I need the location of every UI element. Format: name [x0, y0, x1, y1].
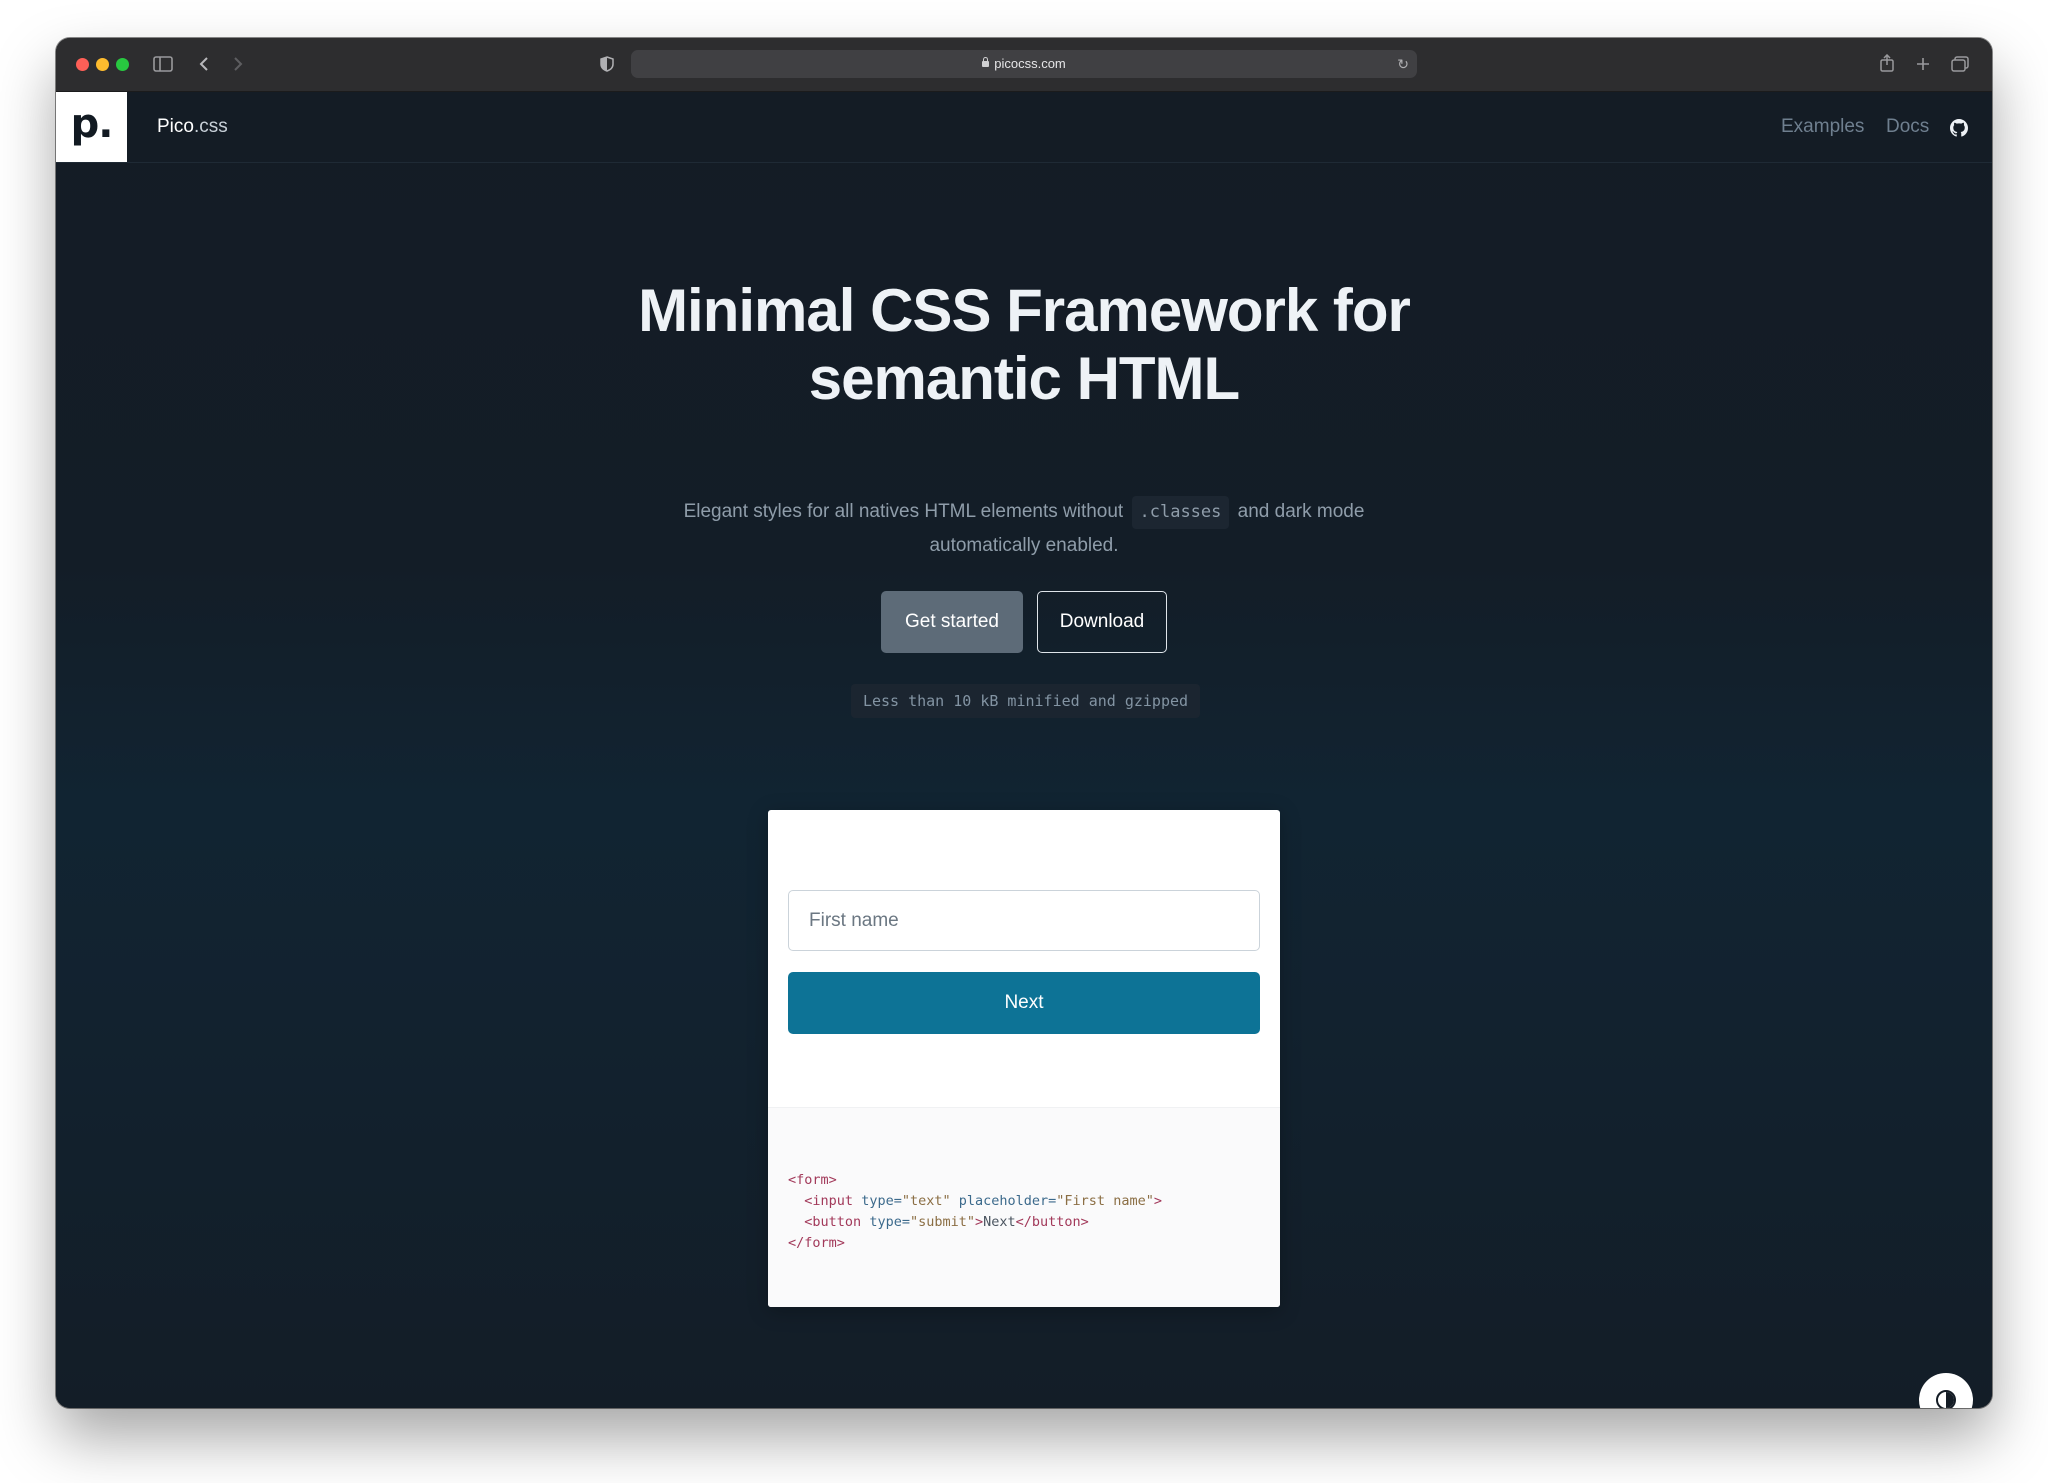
download-button[interactable]: Download: [1037, 591, 1167, 653]
subtitle-line-2: automatically enabled.: [929, 535, 1119, 556]
browser-window: picocss.com ↻ p. Pico.css Examples Docs …: [56, 38, 1992, 1408]
get-started-button[interactable]: Get started: [881, 591, 1023, 653]
first-name-input[interactable]: [788, 890, 1260, 951]
lock-icon: [982, 57, 990, 67]
minimize-window-button[interactable]: [96, 58, 109, 71]
hero-subtitle: Elegant styles for all natives HTML elem…: [56, 495, 1992, 562]
plus-icon[interactable]: [1914, 52, 1932, 76]
chevron-left-icon[interactable]: [196, 52, 212, 76]
shield-icon[interactable]: [598, 52, 616, 76]
code-sample: <form> <input type="text" placeholder="F…: [768, 1107, 1280, 1307]
subtitle-text-before: Elegant styles for all natives HTML elem…: [683, 501, 1124, 522]
pico-logo[interactable]: p.: [56, 92, 127, 162]
code-token: </button>: [1015, 1214, 1089, 1230]
code-token: >: [1153, 1193, 1162, 1209]
share-icon[interactable]: [1878, 52, 1896, 76]
next-button[interactable]: Next: [788, 972, 1260, 1034]
brand-suffix: .css: [193, 116, 228, 137]
hero-title-line-1: Minimal CSS Framework for: [638, 277, 1411, 344]
code-token: </form>: [788, 1235, 845, 1251]
code-token: Next: [983, 1214, 1016, 1230]
tabs-overview-icon[interactable]: [1950, 52, 1970, 76]
code-token: placeholder=: [958, 1193, 1057, 1209]
hero-title: Minimal CSS Framework for semantic HTML: [56, 277, 1992, 413]
brand-main: Pico: [157, 116, 194, 137]
code-token: "submit": [909, 1214, 975, 1230]
site-header: p. Pico.css Examples Docs: [56, 92, 1992, 163]
code-token: <form>: [788, 1172, 837, 1188]
size-note: Less than 10 kB minified and gzipped: [851, 684, 1200, 718]
zoom-window-button[interactable]: [116, 58, 129, 71]
theme-toggle-button[interactable]: [1919, 1373, 1973, 1408]
subtitle-text-after: and dark mode: [1237, 501, 1365, 522]
subtitle-code: .classes: [1131, 496, 1230, 529]
close-window-button[interactable]: [76, 58, 89, 71]
theme-toggle-icon: [1936, 1390, 1956, 1408]
address-bar[interactable]: picocss.com ↻: [631, 50, 1417, 78]
url-text: picocss.com: [994, 56, 1066, 71]
chevron-right-icon[interactable]: [230, 52, 246, 76]
reload-icon[interactable]: ↻: [1397, 50, 1409, 78]
code-token: <input: [804, 1193, 854, 1209]
sidebar-icon[interactable]: [152, 52, 174, 76]
webpage: p. Pico.css Examples Docs Minimal CSS Fr…: [56, 92, 1992, 1408]
demo-card: Next <form> <input type="text" placehold…: [768, 810, 1280, 1307]
nav-link-docs[interactable]: Docs: [1886, 92, 1929, 162]
code-token: "First name": [1056, 1193, 1154, 1209]
browser-toolbar: picocss.com ↻: [56, 38, 1992, 92]
code-token: type=: [869, 1214, 910, 1230]
code-token: "text": [901, 1193, 951, 1209]
code-token: <button: [804, 1214, 862, 1230]
nav-link-examples[interactable]: Examples: [1781, 92, 1864, 162]
code-token: type=: [861, 1193, 902, 1209]
code-token: >: [974, 1214, 984, 1230]
brand-name[interactable]: Pico.css: [157, 92, 228, 162]
hero-title-line-2: semantic HTML: [808, 345, 1240, 412]
github-icon[interactable]: [1950, 119, 1968, 137]
